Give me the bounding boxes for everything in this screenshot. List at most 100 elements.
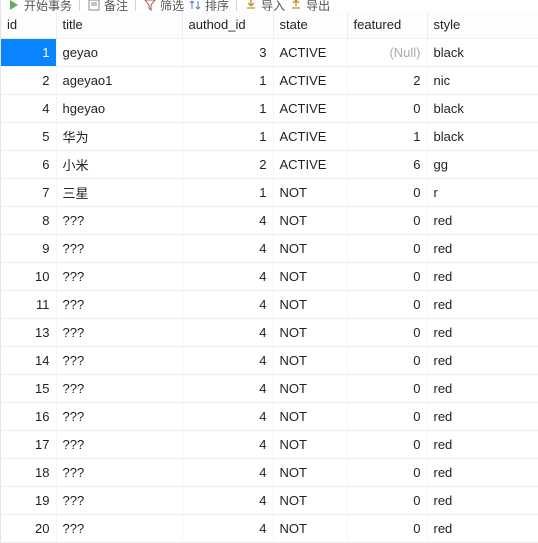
cell-authod-id[interactable]: 1 (182, 123, 273, 151)
cell-style[interactable]: red (427, 459, 538, 487)
filter-button[interactable]: 筛选 (143, 0, 184, 11)
cell-featured[interactable]: 0 (347, 515, 427, 543)
table-row[interactable]: 11???4NOT0red (1, 291, 538, 319)
cell-featured[interactable]: 0 (347, 207, 427, 235)
table-row[interactable]: 17???4NOT0red (1, 431, 538, 459)
cell-title[interactable]: ??? (56, 235, 182, 263)
cell-state[interactable]: NOT (273, 347, 347, 375)
col-header-state[interactable]: state (273, 11, 347, 39)
cell-featured[interactable]: 1 (347, 123, 427, 151)
cell-title[interactable]: geyao (56, 39, 182, 67)
cell-id[interactable]: 19 (1, 487, 56, 515)
cell-style[interactable]: r (427, 179, 538, 207)
cell-id[interactable]: 16 (1, 403, 56, 431)
cell-id[interactable]: 7 (1, 179, 56, 207)
cell-featured[interactable]: (Null) (347, 39, 427, 67)
cell-featured[interactable]: 0 (347, 403, 427, 431)
cell-style[interactable]: black (427, 95, 538, 123)
col-header-id[interactable]: id (1, 11, 56, 39)
cell-title[interactable]: ??? (56, 431, 182, 459)
cell-style[interactable]: red (427, 235, 538, 263)
table-row[interactable]: 1geyao3ACTIVE(Null)black (1, 39, 538, 67)
cell-authod-id[interactable]: 4 (182, 291, 273, 319)
cell-state[interactable]: ACTIVE (273, 39, 347, 67)
cell-authod-id[interactable]: 4 (182, 487, 273, 515)
cell-featured[interactable]: 6 (347, 151, 427, 179)
cell-featured[interactable]: 0 (347, 459, 427, 487)
cell-authod-id[interactable]: 4 (182, 431, 273, 459)
cell-state[interactable]: NOT (273, 207, 347, 235)
cell-title[interactable]: ??? (56, 375, 182, 403)
cell-state[interactable]: ACTIVE (273, 151, 347, 179)
cell-featured[interactable]: 2 (347, 67, 427, 95)
col-header-title[interactable]: title (56, 11, 182, 39)
col-header-authod-id[interactable]: authod_id (182, 11, 273, 39)
cell-state[interactable]: NOT (273, 263, 347, 291)
cell-id[interactable]: 13 (1, 319, 56, 347)
cell-featured[interactable]: 0 (347, 291, 427, 319)
cell-id[interactable]: 1 (1, 39, 56, 67)
cell-title[interactable]: ageyao1 (56, 67, 182, 95)
table-row[interactable]: 4hgeyao1ACTIVE0black (1, 95, 538, 123)
cell-state[interactable]: ACTIVE (273, 123, 347, 151)
cell-state[interactable]: ACTIVE (273, 67, 347, 95)
cell-featured[interactable]: 0 (347, 319, 427, 347)
cell-title[interactable]: 华为 (56, 123, 182, 151)
cell-state[interactable]: NOT (273, 431, 347, 459)
cell-state[interactable]: ACTIVE (273, 95, 347, 123)
cell-id[interactable]: 17 (1, 431, 56, 459)
table-row[interactable]: 5华为1ACTIVE1black (1, 123, 538, 151)
table-row[interactable]: 15???4NOT0red (1, 375, 538, 403)
table-row[interactable]: 18???4NOT0red (1, 459, 538, 487)
cell-authod-id[interactable]: 4 (182, 347, 273, 375)
table-row[interactable]: 10???4NOT0red (1, 263, 538, 291)
cell-title[interactable]: ??? (56, 263, 182, 291)
cell-style[interactable]: black (427, 123, 538, 151)
cell-authod-id[interactable]: 1 (182, 179, 273, 207)
cell-state[interactable]: NOT (273, 235, 347, 263)
cell-id[interactable]: 11 (1, 291, 56, 319)
table-row[interactable]: 8???4NOT0red (1, 207, 538, 235)
cell-style[interactable]: red (427, 347, 538, 375)
cell-id[interactable]: 15 (1, 375, 56, 403)
cell-authod-id[interactable]: 4 (182, 375, 273, 403)
cell-featured[interactable]: 0 (347, 487, 427, 515)
cell-title[interactable]: ??? (56, 347, 182, 375)
cell-featured[interactable]: 0 (347, 431, 427, 459)
cell-authod-id[interactable]: 4 (182, 403, 273, 431)
table-row[interactable]: 2ageyao11ACTIVE2nic (1, 67, 538, 95)
cell-id[interactable]: 4 (1, 95, 56, 123)
memo-button[interactable]: 备注 (87, 0, 128, 11)
table-row[interactable]: 20???4NOT0red (1, 515, 538, 543)
cell-authod-id[interactable]: 4 (182, 459, 273, 487)
cell-title[interactable]: hgeyao (56, 95, 182, 123)
cell-id[interactable]: 14 (1, 347, 56, 375)
cell-style[interactable]: red (427, 515, 538, 543)
cell-title[interactable]: ??? (56, 459, 182, 487)
cell-authod-id[interactable]: 4 (182, 235, 273, 263)
cell-featured[interactable]: 0 (347, 263, 427, 291)
cell-style[interactable]: red (427, 263, 538, 291)
cell-authod-id[interactable]: 3 (182, 39, 273, 67)
cell-featured[interactable]: 0 (347, 179, 427, 207)
cell-title[interactable]: ??? (56, 291, 182, 319)
begin-transaction-button[interactable]: 开始事务 (7, 0, 72, 11)
cell-id[interactable]: 20 (1, 515, 56, 543)
table-row[interactable]: 9???4NOT0red (1, 235, 538, 263)
cell-id[interactable]: 8 (1, 207, 56, 235)
cell-featured[interactable]: 0 (347, 375, 427, 403)
cell-state[interactable]: NOT (273, 515, 347, 543)
cell-featured[interactable]: 0 (347, 235, 427, 263)
cell-style[interactable]: red (427, 207, 538, 235)
cell-state[interactable]: NOT (273, 291, 347, 319)
table-row[interactable]: 16???4NOT0red (1, 403, 538, 431)
cell-title[interactable]: ??? (56, 207, 182, 235)
cell-id[interactable]: 5 (1, 123, 56, 151)
import-button[interactable]: 导入 (244, 0, 285, 11)
export-button[interactable]: 导出 (289, 0, 330, 11)
sort-button[interactable]: 排序 (188, 0, 229, 11)
cell-id[interactable]: 18 (1, 459, 56, 487)
cell-style[interactable]: red (427, 431, 538, 459)
cell-title[interactable]: 小米 (56, 151, 182, 179)
data-grid[interactable]: id title authod_id state featured style … (1, 11, 538, 543)
